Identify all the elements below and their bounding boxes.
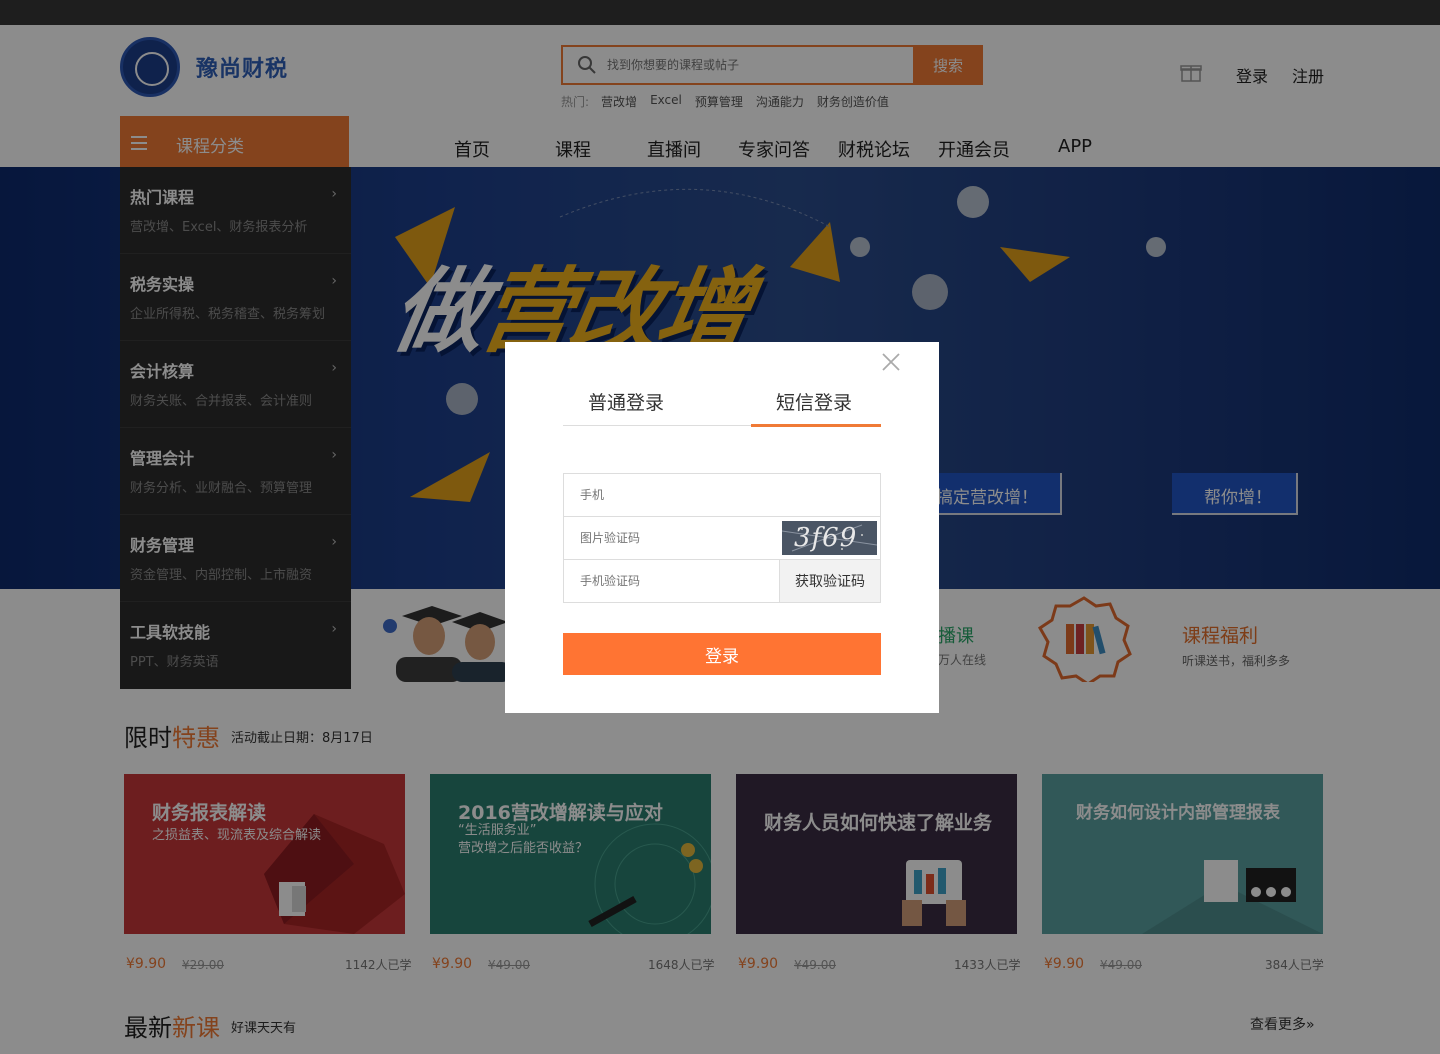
tab-sms-login[interactable]: 短信登录 xyxy=(776,388,852,415)
login-form: 3f69 获取验证码 xyxy=(563,473,881,603)
captcha-input[interactable] xyxy=(580,517,775,559)
tab-active-indicator xyxy=(751,424,881,427)
get-code-button[interactable]: 获取验证码 xyxy=(779,560,880,602)
captcha-text: 3f69 xyxy=(794,523,858,553)
phone-input[interactable] xyxy=(580,474,870,516)
phone-row xyxy=(564,474,880,517)
tab-normal-login[interactable]: 普通登录 xyxy=(588,388,664,415)
sms-code-input[interactable] xyxy=(580,560,775,602)
login-modal: 普通登录 短信登录 3f69 获取验证码 登录 xyxy=(505,342,939,713)
sms-code-row: 获取验证码 xyxy=(564,560,880,602)
captcha-row: 3f69 xyxy=(564,517,880,560)
close-icon[interactable] xyxy=(881,352,901,372)
login-submit-button[interactable]: 登录 xyxy=(563,633,881,675)
browser-top-bar xyxy=(0,0,1440,25)
captcha-image[interactable]: 3f69 xyxy=(782,521,877,555)
